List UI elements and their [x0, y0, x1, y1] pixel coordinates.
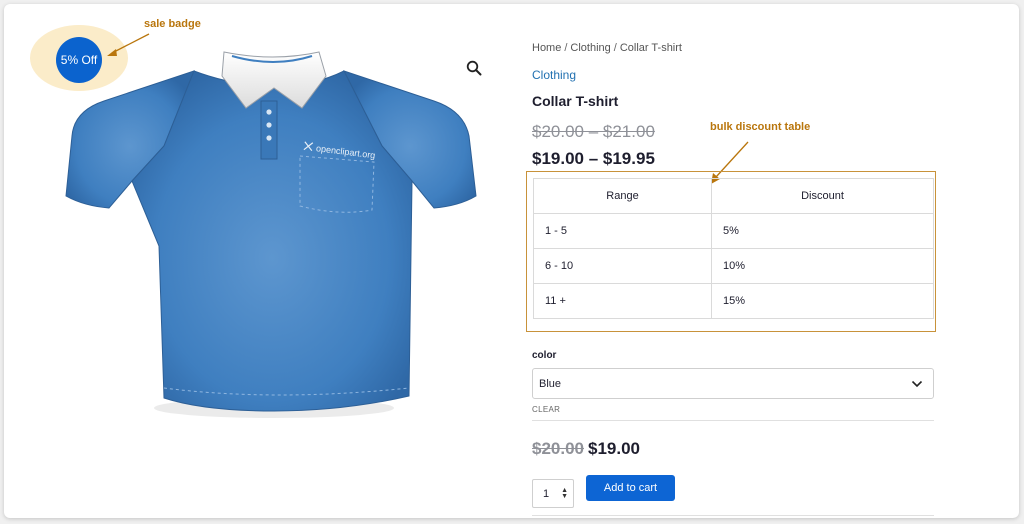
clear-variation-link[interactable]: CLEAR — [532, 405, 560, 414]
table-header-row: Range Discount — [533, 178, 934, 214]
table-row: 11 + 15% — [533, 283, 934, 319]
sale-price-range: $19.00 – $19.95 — [532, 149, 655, 168]
cell-range: 1 - 5 — [533, 213, 712, 249]
breadcrumb-clothing[interactable]: Clothing — [570, 42, 610, 54]
cell-discount: 10% — [711, 248, 934, 284]
quantity-value: 1 — [543, 487, 550, 500]
stepper-arrows-icon[interactable]: ▲ ▼ — [561, 487, 568, 500]
breadcrumb-separator: / — [564, 42, 568, 54]
quantity-stepper[interactable]: 1 ▲ ▼ — [532, 479, 574, 508]
divider — [532, 420, 934, 421]
divider — [532, 515, 934, 516]
breadcrumb-separator: / — [613, 42, 617, 54]
breadcrumb-current: Collar T-shirt — [619, 42, 682, 54]
bulk-discount-table: Range Discount 1 - 5 5% 6 - 10 10% 11 + … — [533, 178, 934, 319]
search-icon — [466, 60, 482, 76]
product-page: 5% Off sale badge openclipart.org Home /… — [4, 4, 1019, 518]
header-range: Range — [533, 178, 712, 214]
chevron-down-icon — [911, 380, 923, 387]
cell-discount: 5% — [711, 213, 934, 249]
cell-range: 6 - 10 — [533, 248, 712, 284]
category-link[interactable]: Clothing — [532, 68, 576, 82]
breadcrumb: Home / Clothing / Collar T-shirt — [532, 42, 682, 54]
product-title: Collar T-shirt — [532, 93, 619, 109]
breadcrumb-home[interactable]: Home — [532, 42, 561, 54]
add-to-cart-button[interactable]: Add to cart — [586, 475, 675, 501]
table-row: 6 - 10 10% — [533, 248, 934, 284]
cell-discount: 15% — [711, 283, 934, 319]
variation-label: color — [532, 350, 557, 361]
variation-price: $20.00 $19.00 — [532, 439, 640, 459]
header-discount: Discount — [711, 178, 934, 214]
annotation-sale-badge: sale badge — [144, 18, 201, 30]
annotation-bulk-table: bulk discount table — [710, 121, 811, 133]
cell-range: 11 + — [533, 283, 712, 319]
variation-sale-price: $19.00 — [588, 439, 640, 458]
variation-regular-price: $20.00 — [532, 439, 584, 458]
color-select-value: Blue — [539, 377, 562, 390]
table-row: 1 - 5 5% — [533, 213, 934, 249]
zoom-button[interactable] — [466, 60, 486, 80]
color-select[interactable]: Blue — [532, 368, 934, 399]
regular-price-range: $20.00 – $21.00 — [532, 122, 655, 141]
product-image: openclipart.org — [65, 51, 477, 418]
